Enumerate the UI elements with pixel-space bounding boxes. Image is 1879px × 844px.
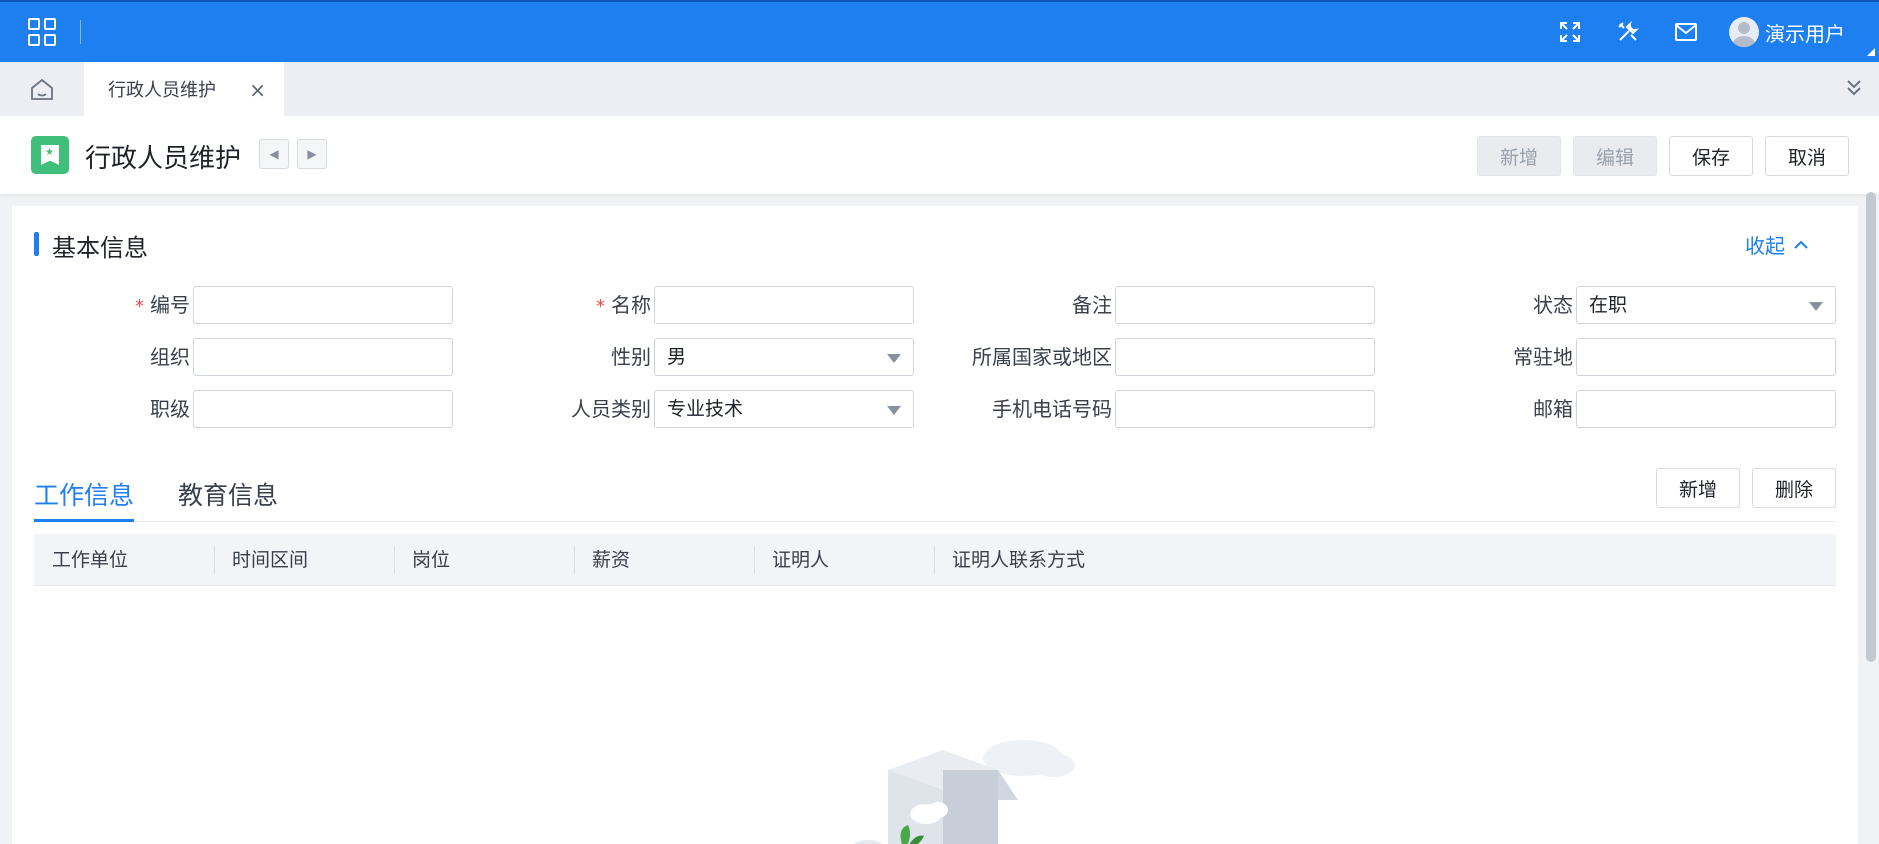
chevrons-down-icon[interactable] <box>1843 76 1865 104</box>
category-label: 人员类别 <box>571 397 651 421</box>
detail-tabs: 工作信息 教育信息 <box>34 466 1836 522</box>
status-value: 在职 <box>1589 294 1628 316</box>
mail-icon[interactable] <box>1671 17 1701 47</box>
column-header: 证明人联系方式 <box>934 534 1085 586</box>
column-header: 工作单位 <box>52 549 129 571</box>
column-header: 时间区间 <box>214 534 308 586</box>
residence-label: 常驻地 <box>1513 345 1573 369</box>
section-title: 基本信息 <box>52 234 148 262</box>
table-header: 工作单位 时间区间 岗位 薪资 证明人 证明人联系方式 <box>34 534 1836 586</box>
caret-down-icon <box>1809 302 1823 311</box>
edit-button[interactable]: 编辑 <box>1573 136 1657 176</box>
tab-label: 行政人员维护 <box>108 80 216 101</box>
phone-label: 手机电话号码 <box>992 397 1112 421</box>
caret-down-icon <box>887 406 901 415</box>
section-accent-bar <box>34 232 39 256</box>
email-input[interactable] <box>1576 390 1836 428</box>
collapse-label: 收起 <box>1745 234 1785 258</box>
user-name: 演示用户 <box>1765 21 1845 46</box>
fullscreen-icon[interactable] <box>1555 17 1585 47</box>
rank-input[interactable] <box>193 390 453 428</box>
home-tab[interactable] <box>0 62 84 116</box>
country-label: 所属国家或地区 <box>972 345 1112 369</box>
email-label: 邮箱 <box>1533 397 1573 421</box>
tab-strip: 行政人员维护 × <box>0 62 1879 116</box>
remark-input[interactable] <box>1115 286 1375 324</box>
row-add-button[interactable]: 新增 <box>1656 468 1740 508</box>
tools-icon[interactable] <box>1613 17 1643 47</box>
prev-button[interactable]: ◀ <box>259 139 289 169</box>
country-input[interactable] <box>1115 338 1375 376</box>
vertical-scrollbar[interactable] <box>1866 192 1876 662</box>
caret-down-icon <box>887 354 901 363</box>
category-select[interactable]: 专业技术 <box>654 390 914 428</box>
code-input[interactable] <box>193 286 453 324</box>
bookmark-icon: ★ <box>31 136 69 174</box>
save-button[interactable]: 保存 <box>1669 136 1753 176</box>
tab-education-info[interactable]: 教育信息 <box>178 476 278 522</box>
phone-input[interactable] <box>1115 390 1375 428</box>
column-header: 证明人 <box>754 534 829 586</box>
tab-work-info[interactable]: 工作信息 <box>34 476 135 522</box>
apps-grid-icon[interactable] <box>26 16 58 48</box>
org-input[interactable] <box>193 338 453 376</box>
empty-state-illustration <box>808 730 1088 844</box>
add-button[interactable]: 新增 <box>1477 136 1561 176</box>
code-label: * 编号 <box>135 293 190 317</box>
page-title: 行政人员维护 <box>85 144 242 174</box>
tab-admin-staff[interactable]: 行政人员维护 × <box>84 62 284 116</box>
collapse-toggle[interactable]: 收起 <box>1745 230 1809 259</box>
org-label: 组织 <box>150 345 190 369</box>
next-button[interactable]: ▶ <box>297 139 327 169</box>
chevron-up-icon <box>1794 240 1808 249</box>
rank-label: 职级 <box>150 397 190 421</box>
user-menu-corner-icon <box>1867 48 1875 56</box>
gender-select[interactable]: 男 <box>654 338 914 376</box>
user-menu[interactable]: 演示用户 <box>1729 17 1845 47</box>
category-value: 专业技术 <box>667 398 744 420</box>
name-input[interactable] <box>654 286 914 324</box>
home-icon <box>31 78 53 100</box>
top-divider <box>80 20 81 44</box>
name-label: * 名称 <box>596 293 651 317</box>
cancel-button[interactable]: 取消 <box>1765 136 1849 176</box>
content-card: 基本信息 收起 * 编号 * 名称 备注 状态 在职 组织 性别 男 所属国家或地区… <box>12 206 1858 844</box>
column-header: 薪资 <box>574 534 630 586</box>
top-bar: 演示用户 <box>0 0 1879 62</box>
row-delete-button[interactable]: 删除 <box>1752 468 1836 508</box>
gender-label: 性别 <box>611 345 651 369</box>
status-select[interactable]: 在职 <box>1576 286 1836 324</box>
status-label: 状态 <box>1533 293 1573 317</box>
remark-label: 备注 <box>1072 293 1112 317</box>
avatar <box>1729 17 1759 47</box>
residence-input[interactable] <box>1576 338 1836 376</box>
page-header: ★ 行政人员维护 ◀ ▶ 新增 编辑 保存 取消 <box>0 116 1879 194</box>
close-icon[interactable]: × <box>249 78 266 102</box>
column-header: 岗位 <box>394 534 450 586</box>
gender-value: 男 <box>667 346 687 368</box>
